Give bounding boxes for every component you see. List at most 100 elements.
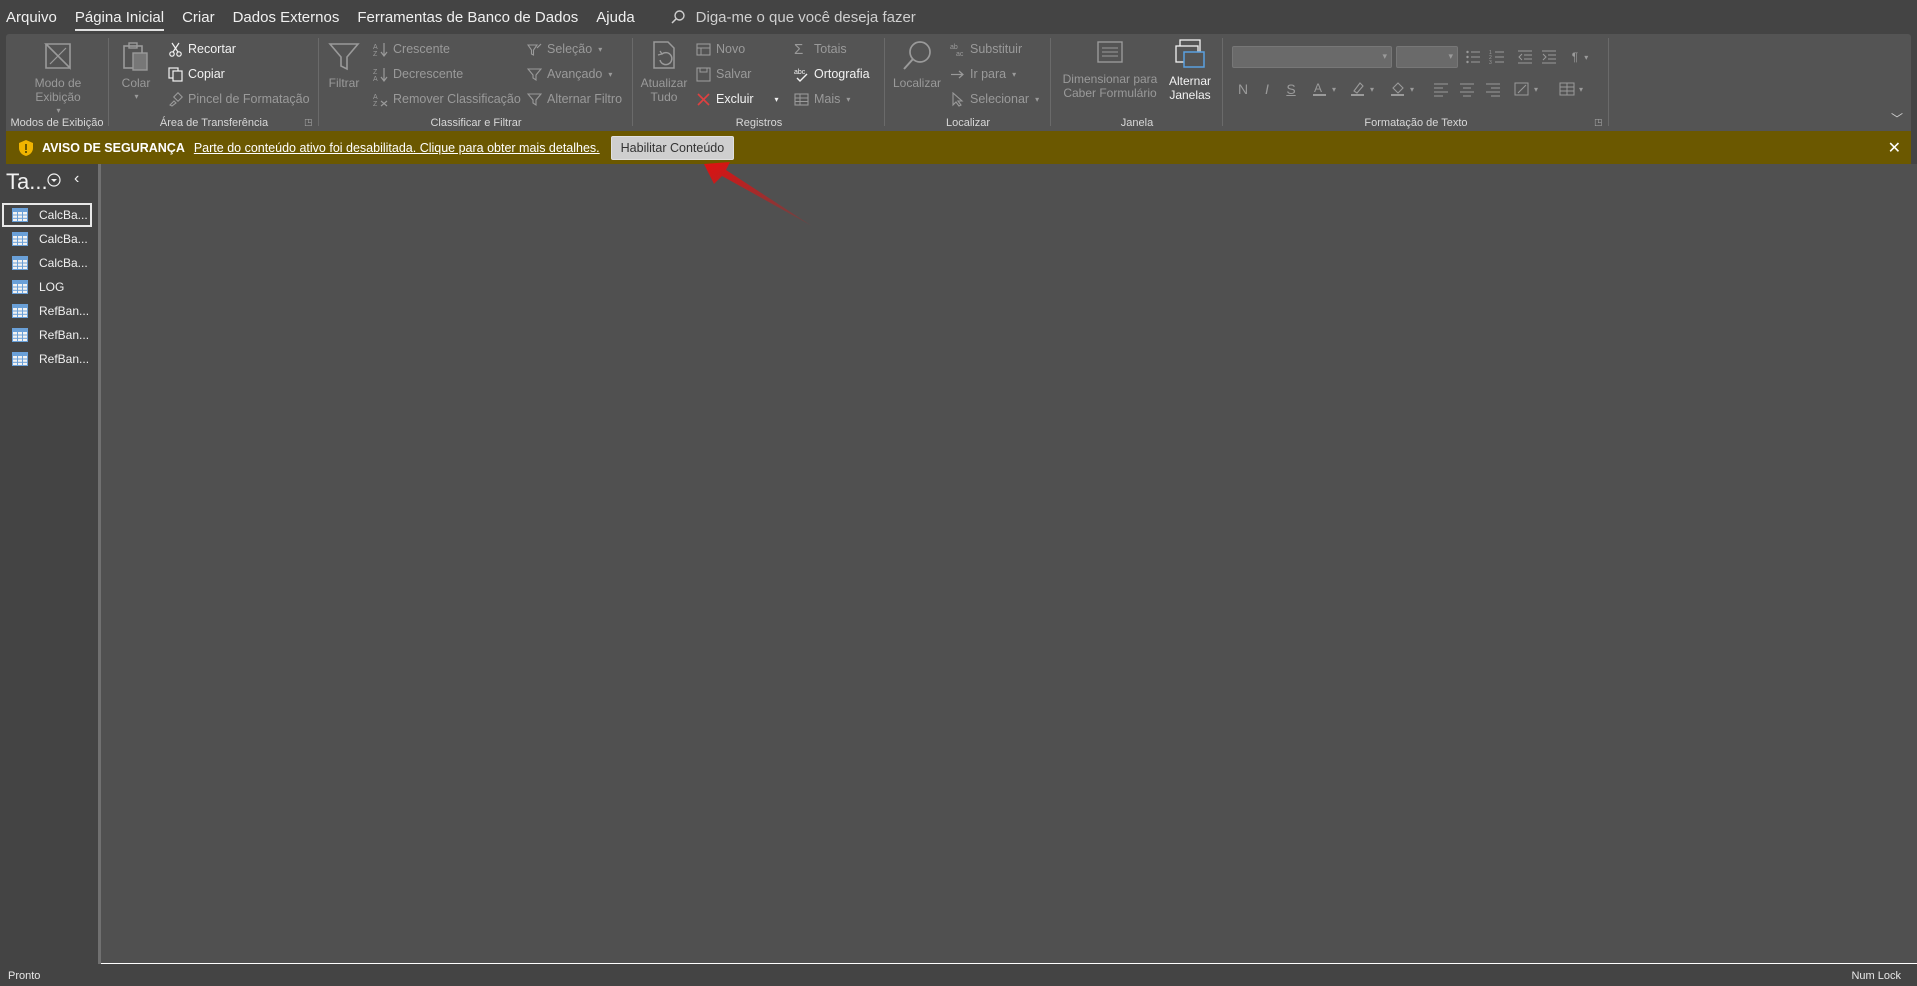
nav-item-table[interactable]: RefBan... — [2, 347, 92, 371]
table-icon — [12, 328, 28, 342]
save-record-button[interactable]: Salvar — [696, 64, 751, 84]
align-center-icon[interactable] — [1456, 78, 1478, 100]
nav-pane-title[interactable]: Ta... — [6, 169, 48, 195]
nav-item-table[interactable]: CalcBa... — [2, 203, 92, 227]
font-size-combo[interactable]: ▾ — [1396, 46, 1458, 68]
totals-button[interactable]: Σ Totais — [794, 39, 847, 59]
close-icon[interactable]: ✕ — [1888, 138, 1901, 158]
nav-item-table[interactable]: RefBan... — [2, 323, 92, 347]
security-warning-details-link[interactable]: Parte do conteúdo ativo foi desabilitada… — [194, 141, 600, 155]
replace-button[interactable]: ab ac Substituir — [950, 39, 1022, 59]
underline-button[interactable]: S — [1280, 78, 1302, 100]
new-record-button[interactable]: Novo — [696, 39, 745, 59]
paintbrush-icon — [169, 91, 183, 107]
shutter-bar-close-icon[interactable]: ‹ — [74, 170, 79, 188]
nav-item-table[interactable]: CalcBa... — [2, 227, 92, 251]
paragraph-direction-icon[interactable]: ¶ ▾ — [1564, 46, 1596, 68]
align-right-icon[interactable] — [1482, 78, 1504, 100]
ribbon-separator — [1222, 38, 1223, 126]
selection-label: Seleção — [547, 42, 593, 56]
increase-indent-icon[interactable] — [1538, 46, 1560, 68]
find-button[interactable]: Localizar — [892, 38, 942, 90]
more-button[interactable]: Mais ▾ — [794, 89, 850, 109]
nav-item-label: RefBan... — [39, 304, 90, 318]
enable-content-button[interactable]: Habilitar Conteúdo — [610, 135, 735, 160]
nav-item-table[interactable]: CalcBa... — [2, 251, 92, 275]
toggle-filter-button[interactable]: Alternar Filtro — [527, 89, 622, 109]
nav-object-list: CalcBa... CalcBa... CalcBa... LOG RefBan… — [2, 203, 92, 371]
tab-criar[interactable]: Criar — [173, 0, 224, 34]
fill-color-icon[interactable]: ▾ — [1386, 78, 1418, 100]
sort-descending-button[interactable]: ZA Decrescente — [373, 64, 463, 84]
font-color-icon[interactable]: A ▾ — [1308, 78, 1340, 100]
group-label-text-formatting: Formatação de Texto — [1364, 117, 1468, 129]
dialog-launcher-icon[interactable]: ◳ — [304, 117, 314, 127]
cursor-icon — [952, 91, 964, 107]
svg-text:Z: Z — [373, 101, 378, 107]
replace-label: Substituir — [970, 42, 1023, 56]
dialog-launcher-icon[interactable]: ◳ — [1594, 117, 1604, 127]
tab-dados-externos[interactable]: Dados Externos — [224, 0, 349, 34]
view-mode-button[interactable]: Modo de Exibição ▾ — [26, 38, 90, 118]
totals-label: Totais — [814, 42, 847, 56]
collapse-ribbon-icon[interactable]: ﹀ — [1891, 110, 1903, 127]
tab-ferramentas-banco-dados[interactable]: Ferramentas de Banco de Dados — [348, 0, 587, 34]
ribbon-separator — [108, 38, 109, 126]
select-button[interactable]: Selecionar ▾ — [950, 89, 1039, 109]
svg-text:abc: abc — [794, 69, 806, 76]
font-name-combo[interactable]: ▾ — [1232, 46, 1392, 68]
filter-button[interactable]: Filtrar — [324, 38, 364, 90]
ribbon: Modo de Exibição ▾ Modos de Exibição Col… — [6, 34, 1911, 131]
highlighter-icon[interactable]: ▾ — [1346, 78, 1378, 100]
advanced-label: Avançado — [547, 67, 603, 81]
spelling-button[interactable]: abc Ortografia — [794, 64, 870, 84]
paste-button[interactable]: Colar ▾ — [116, 38, 156, 104]
nav-item-table[interactable]: RefBan... — [2, 299, 92, 323]
advanced-filter-icon — [527, 67, 542, 81]
nav-item-table[interactable]: LOG — [2, 275, 92, 299]
size-to-fit-form-button[interactable]: Dimensionar para Caber Formulário — [1062, 38, 1158, 100]
format-painter-button[interactable]: Pincel de Formatação — [168, 89, 310, 109]
status-num-lock: Num Lock — [1851, 970, 1901, 982]
switch-windows-label-1: Alternar — [1168, 74, 1212, 88]
refresh-all-button[interactable]: Atualizar Tudo — [640, 38, 688, 104]
nav-dropdown-icon[interactable] — [47, 173, 61, 187]
advanced-button[interactable]: Avançado ▾ — [527, 64, 612, 84]
svg-text:A: A — [373, 76, 378, 82]
switch-windows-button[interactable]: Alternar Janelas — [1164, 38, 1216, 102]
svg-text:ac: ac — [956, 51, 964, 57]
security-warning-bar: AVISO DE SEGURANÇA Parte do conteúdo ati… — [6, 131, 1911, 164]
ribbon-separator — [1608, 38, 1609, 126]
tell-me-box[interactable]: Diga-me o que você deseja fazer — [670, 9, 916, 26]
tab-pagina-inicial[interactable]: Página Inicial — [66, 0, 173, 34]
remove-sort-button[interactable]: AZ Remover Classificação — [373, 89, 521, 109]
goto-button[interactable]: Ir para ▾ — [950, 64, 1016, 84]
group-views: Modo de Exibição ▾ Modos de Exibição — [6, 34, 108, 131]
select-label: Selecionar — [970, 92, 1030, 106]
chevron-down-icon[interactable]: ▾ — [775, 95, 779, 104]
numbering-icon[interactable]: 123 — [1486, 46, 1508, 68]
bold-button[interactable]: N — [1232, 78, 1254, 100]
refresh-icon — [653, 41, 675, 69]
tab-arquivo[interactable]: Arquivo — [0, 0, 66, 34]
table-icon — [12, 280, 28, 294]
delete-record-button[interactable]: Excluir ▾ — [696, 89, 779, 109]
tab-ajuda[interactable]: Ajuda — [587, 0, 643, 34]
copy-button[interactable]: Copiar — [168, 64, 225, 84]
align-left-icon[interactable] — [1430, 78, 1452, 100]
tell-me-placeholder: Diga-me o que você deseja fazer — [695, 8, 916, 26]
chevron-down-icon: ▾ — [56, 106, 61, 115]
bullets-icon[interactable] — [1462, 46, 1484, 68]
cut-button[interactable]: Recortar — [168, 39, 236, 59]
size-to-fit-icon — [1097, 41, 1123, 63]
group-label-clipboard: Área de Transferência — [159, 117, 269, 129]
alternate-row-color-icon[interactable]: ▾ — [1510, 78, 1542, 100]
gridlines-icon[interactable]: ▾ — [1554, 78, 1588, 100]
replace-icon: abac — [950, 44, 964, 57]
status-ready-text: Pronto — [8, 970, 41, 982]
view-mode-label-2: Exibição — [35, 90, 81, 104]
sort-ascending-button[interactable]: AZ Crescente — [373, 39, 450, 59]
selection-button[interactable]: Seleção ▾ — [527, 39, 602, 59]
italic-button[interactable]: I — [1256, 78, 1278, 100]
decrease-indent-icon[interactable] — [1514, 46, 1536, 68]
